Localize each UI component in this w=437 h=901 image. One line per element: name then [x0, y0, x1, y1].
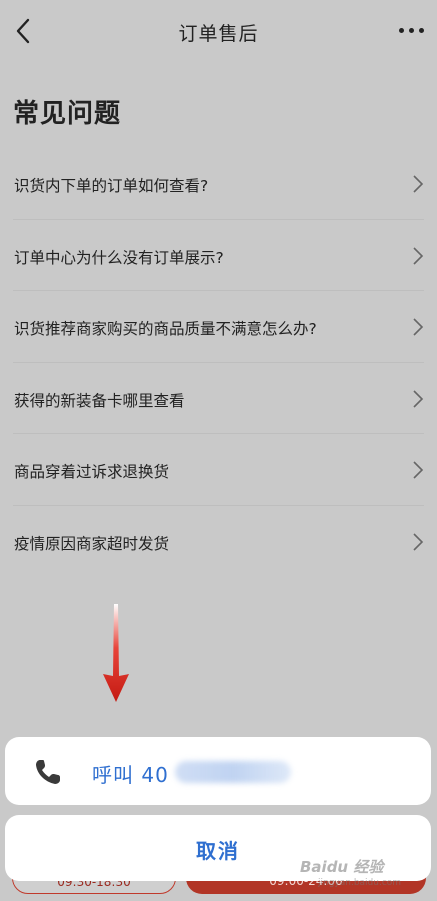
faq-item[interactable]: 获得的新装备卡哪里查看 — [13, 363, 424, 435]
watermark-text: Baidu 经验 — [300, 858, 384, 876]
faq-question: 订单中心为什么没有订单展示? — [14, 248, 224, 267]
faq-question: 识货推荐商家购买的商品质量不满意怎么办? — [14, 320, 317, 339]
chevron-right-icon — [413, 247, 424, 265]
section-title: 常见问题 — [13, 99, 122, 129]
chevron-right-icon — [413, 533, 424, 551]
faq-item[interactable]: 识货内下单的订单如何查看? — [13, 148, 424, 220]
cancel-label: 取消 — [196, 839, 240, 863]
faq-item[interactable]: 疫情原因商家超时发货 — [13, 506, 424, 578]
faq-item[interactable]: 识货推荐商家购买的商品质量不满意怎么办? — [13, 291, 424, 363]
faq-question: 疫情原因商家超时发货 — [14, 534, 170, 553]
faq-item[interactable]: 商品穿着过诉求退换货 — [13, 434, 424, 506]
faq-question: 获得的新装备卡哪里查看 — [14, 391, 185, 410]
faq-item[interactable]: 订单中心为什么没有订单展示? — [13, 220, 424, 292]
call-label: 呼叫 40 — [92, 763, 169, 787]
nav-bar: 订单售后 — [0, 0, 437, 64]
chevron-right-icon — [413, 461, 424, 479]
faq-question: 识货内下单的订单如何查看? — [14, 177, 209, 195]
chevron-right-icon — [413, 318, 424, 336]
baidu-watermark: Baidu 经验 jingyan.baidu.com — [296, 848, 424, 892]
chevron-right-icon — [413, 175, 424, 193]
annotation-arrow-icon — [103, 604, 129, 702]
faq-list: 识货内下单的订单如何查看? 订单中心为什么没有订单展示? 识货推荐商家购买的商品… — [13, 148, 424, 578]
watermark-url: jingyan.baidu.com — [318, 878, 402, 888]
chevron-right-icon — [413, 390, 424, 408]
more-dots-icon[interactable] — [399, 20, 427, 40]
phone-icon — [36, 760, 60, 784]
call-button[interactable]: 呼叫 40 — [5, 737, 431, 805]
blurred-phone-number — [175, 761, 291, 783]
page-title: 订单售后 — [178, 23, 259, 45]
faq-question: 商品穿着过诉求退换货 — [14, 463, 170, 482]
